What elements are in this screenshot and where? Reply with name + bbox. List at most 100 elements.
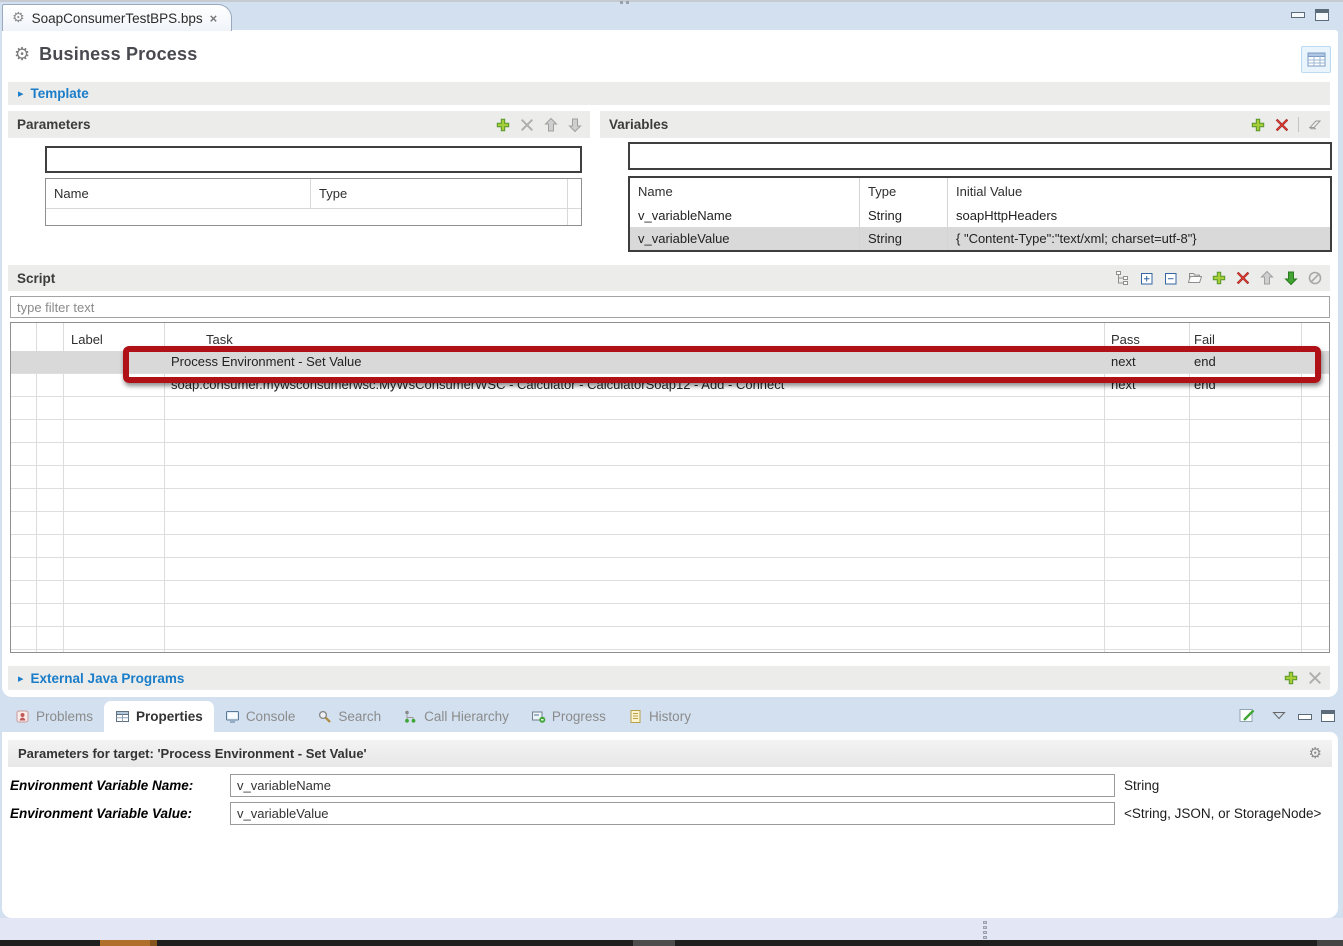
add-parameter-icon[interactable] [495, 117, 511, 133]
parameters-table-header: Name Type [46, 179, 581, 209]
external-java-toggle[interactable]: ▸ External Java Programs [8, 671, 184, 686]
move-up-icon[interactable] [543, 117, 559, 133]
cell-fail: end [1194, 377, 1216, 392]
collapse-all-icon[interactable] [1163, 270, 1179, 286]
disable-step-icon[interactable] [1307, 270, 1323, 286]
col-task: Task [206, 332, 233, 347]
tab-history[interactable]: History [617, 701, 702, 732]
remove-program-icon[interactable] [1307, 670, 1323, 686]
col-pass: Pass [1111, 332, 1140, 347]
tab-call-hierarchy[interactable]: Call Hierarchy [392, 701, 520, 732]
env-variable-name-input[interactable] [230, 774, 1115, 797]
view-tab-bar: Problems Properties Console Search Call … [4, 701, 702, 732]
add-step-icon[interactable] [1211, 270, 1227, 286]
script-filter-input[interactable] [10, 296, 1330, 318]
grid-line [567, 179, 568, 225]
taskbar-item [100, 940, 150, 946]
tree-view-icon[interactable] [1115, 270, 1131, 286]
cell-pass: next [1111, 377, 1136, 392]
cell-type: String [860, 227, 948, 250]
script-section-bar: Script [8, 265, 1330, 291]
chevron-right-icon: ▸ [18, 672, 24, 685]
col-type: Type [311, 186, 581, 201]
env-variable-value-input[interactable] [230, 802, 1115, 825]
env-variable-name-label: Environment Variable Name: [10, 778, 193, 793]
move-step-up-icon[interactable] [1259, 270, 1275, 286]
cell-task: soap.consumer.mywsconsumerwsc.MyWsConsum… [171, 377, 784, 392]
col-initial-value: Initial Value [948, 184, 1330, 199]
external-java-label: External Java Programs [31, 671, 185, 686]
sash-handle[interactable] [983, 921, 987, 939]
parameters-toolbar [495, 117, 590, 133]
empty-row[interactable] [11, 512, 1329, 535]
env-variable-value-label: Environment Variable Value: [10, 806, 192, 821]
empty-row[interactable] [11, 420, 1329, 443]
minimize-view-button[interactable] [1298, 714, 1312, 720]
cell-type: String [860, 204, 948, 227]
template-toggle[interactable]: ▸ Template [8, 86, 89, 101]
windows-taskbar[interactable] [0, 940, 1343, 946]
view-menu-icon[interactable] [1272, 711, 1286, 720]
empty-row[interactable] [11, 397, 1329, 420]
expand-all-icon[interactable] [1139, 270, 1155, 286]
move-down-icon[interactable] [567, 117, 583, 133]
empty-row[interactable] [11, 489, 1329, 512]
empty-row[interactable] [11, 581, 1329, 604]
script-row-selected[interactable]: Process Environment - Set Value next end [11, 351, 1329, 374]
close-tab-icon[interactable]: × [210, 11, 218, 26]
tab-search[interactable]: Search [306, 701, 392, 732]
empty-row[interactable] [11, 604, 1329, 627]
maximize-button[interactable] [1315, 9, 1329, 21]
variables-filter-input[interactable] [628, 142, 1332, 170]
variable-row[interactable]: v_variableName String soapHttpHeaders [630, 204, 1330, 227]
open-folder-icon[interactable] [1187, 270, 1203, 286]
parameters-table[interactable]: Name Type [45, 178, 582, 226]
tab-label: Call Hierarchy [424, 709, 509, 724]
window-top-edge [0, 0, 1343, 2]
script-toolbar [1115, 270, 1330, 286]
col-name: Name [46, 179, 311, 208]
history-icon [628, 709, 643, 724]
col-label: Label [71, 332, 103, 347]
gear-icon[interactable]: ⚙ [1309, 746, 1322, 761]
delete-step-icon[interactable] [1235, 270, 1251, 286]
tab-problems[interactable]: Problems [4, 701, 104, 732]
empty-row[interactable] [11, 443, 1329, 466]
tab-progress[interactable]: Progress [520, 701, 617, 732]
maximize-view-button[interactable] [1321, 710, 1335, 722]
variable-row-selected[interactable]: v_variableValue String { "Content-Type":… [630, 227, 1330, 250]
minimize-button[interactable] [1291, 12, 1305, 18]
taskbar-item [150, 940, 157, 946]
move-step-down-icon[interactable] [1283, 270, 1299, 286]
tab-label: History [649, 709, 691, 724]
empty-row[interactable] [11, 466, 1329, 489]
outline-toolbar-button[interactable] [1301, 46, 1331, 73]
search-icon [317, 709, 332, 724]
sash-handle-top[interactable] [620, 1, 629, 4]
script-row[interactable]: soap.consumer.mywsconsumerwsc.MyWsConsum… [11, 374, 1329, 397]
status-strip [0, 918, 1343, 940]
tab-properties[interactable]: Properties [104, 701, 214, 733]
add-program-icon[interactable] [1283, 670, 1299, 686]
properties-target-header: Parameters for target: 'Process Environm… [8, 740, 1332, 767]
properties-view: Parameters for target: 'Process Environm… [2, 732, 1338, 918]
empty-row[interactable] [11, 535, 1329, 558]
empty-row[interactable] [11, 558, 1329, 581]
parameters-filter-input[interactable] [45, 146, 582, 173]
parameters-section-title: Parameters [8, 117, 91, 132]
taskbar-item [633, 940, 675, 946]
delete-variable-icon[interactable] [1274, 117, 1290, 133]
template-section-label: Template [31, 86, 89, 101]
script-table[interactable]: Label Task Pass Fail Process Environment… [10, 322, 1330, 653]
link-with-editor-icon[interactable] [1238, 707, 1257, 724]
editor-tab[interactable]: ⚙ SoapConsumerTestBPS.bps × [2, 4, 232, 31]
problems-icon [15, 709, 30, 724]
remove-parameter-icon[interactable] [519, 117, 535, 133]
variables-table[interactable]: Name Type Initial Value v_variableName S… [628, 176, 1332, 252]
clear-variable-icon[interactable] [1307, 117, 1323, 133]
variables-toolbar [1250, 117, 1330, 133]
empty-row[interactable] [11, 627, 1329, 650]
add-variable-icon[interactable] [1250, 117, 1266, 133]
tab-console[interactable]: Console [214, 701, 307, 732]
properties-icon [115, 709, 130, 724]
